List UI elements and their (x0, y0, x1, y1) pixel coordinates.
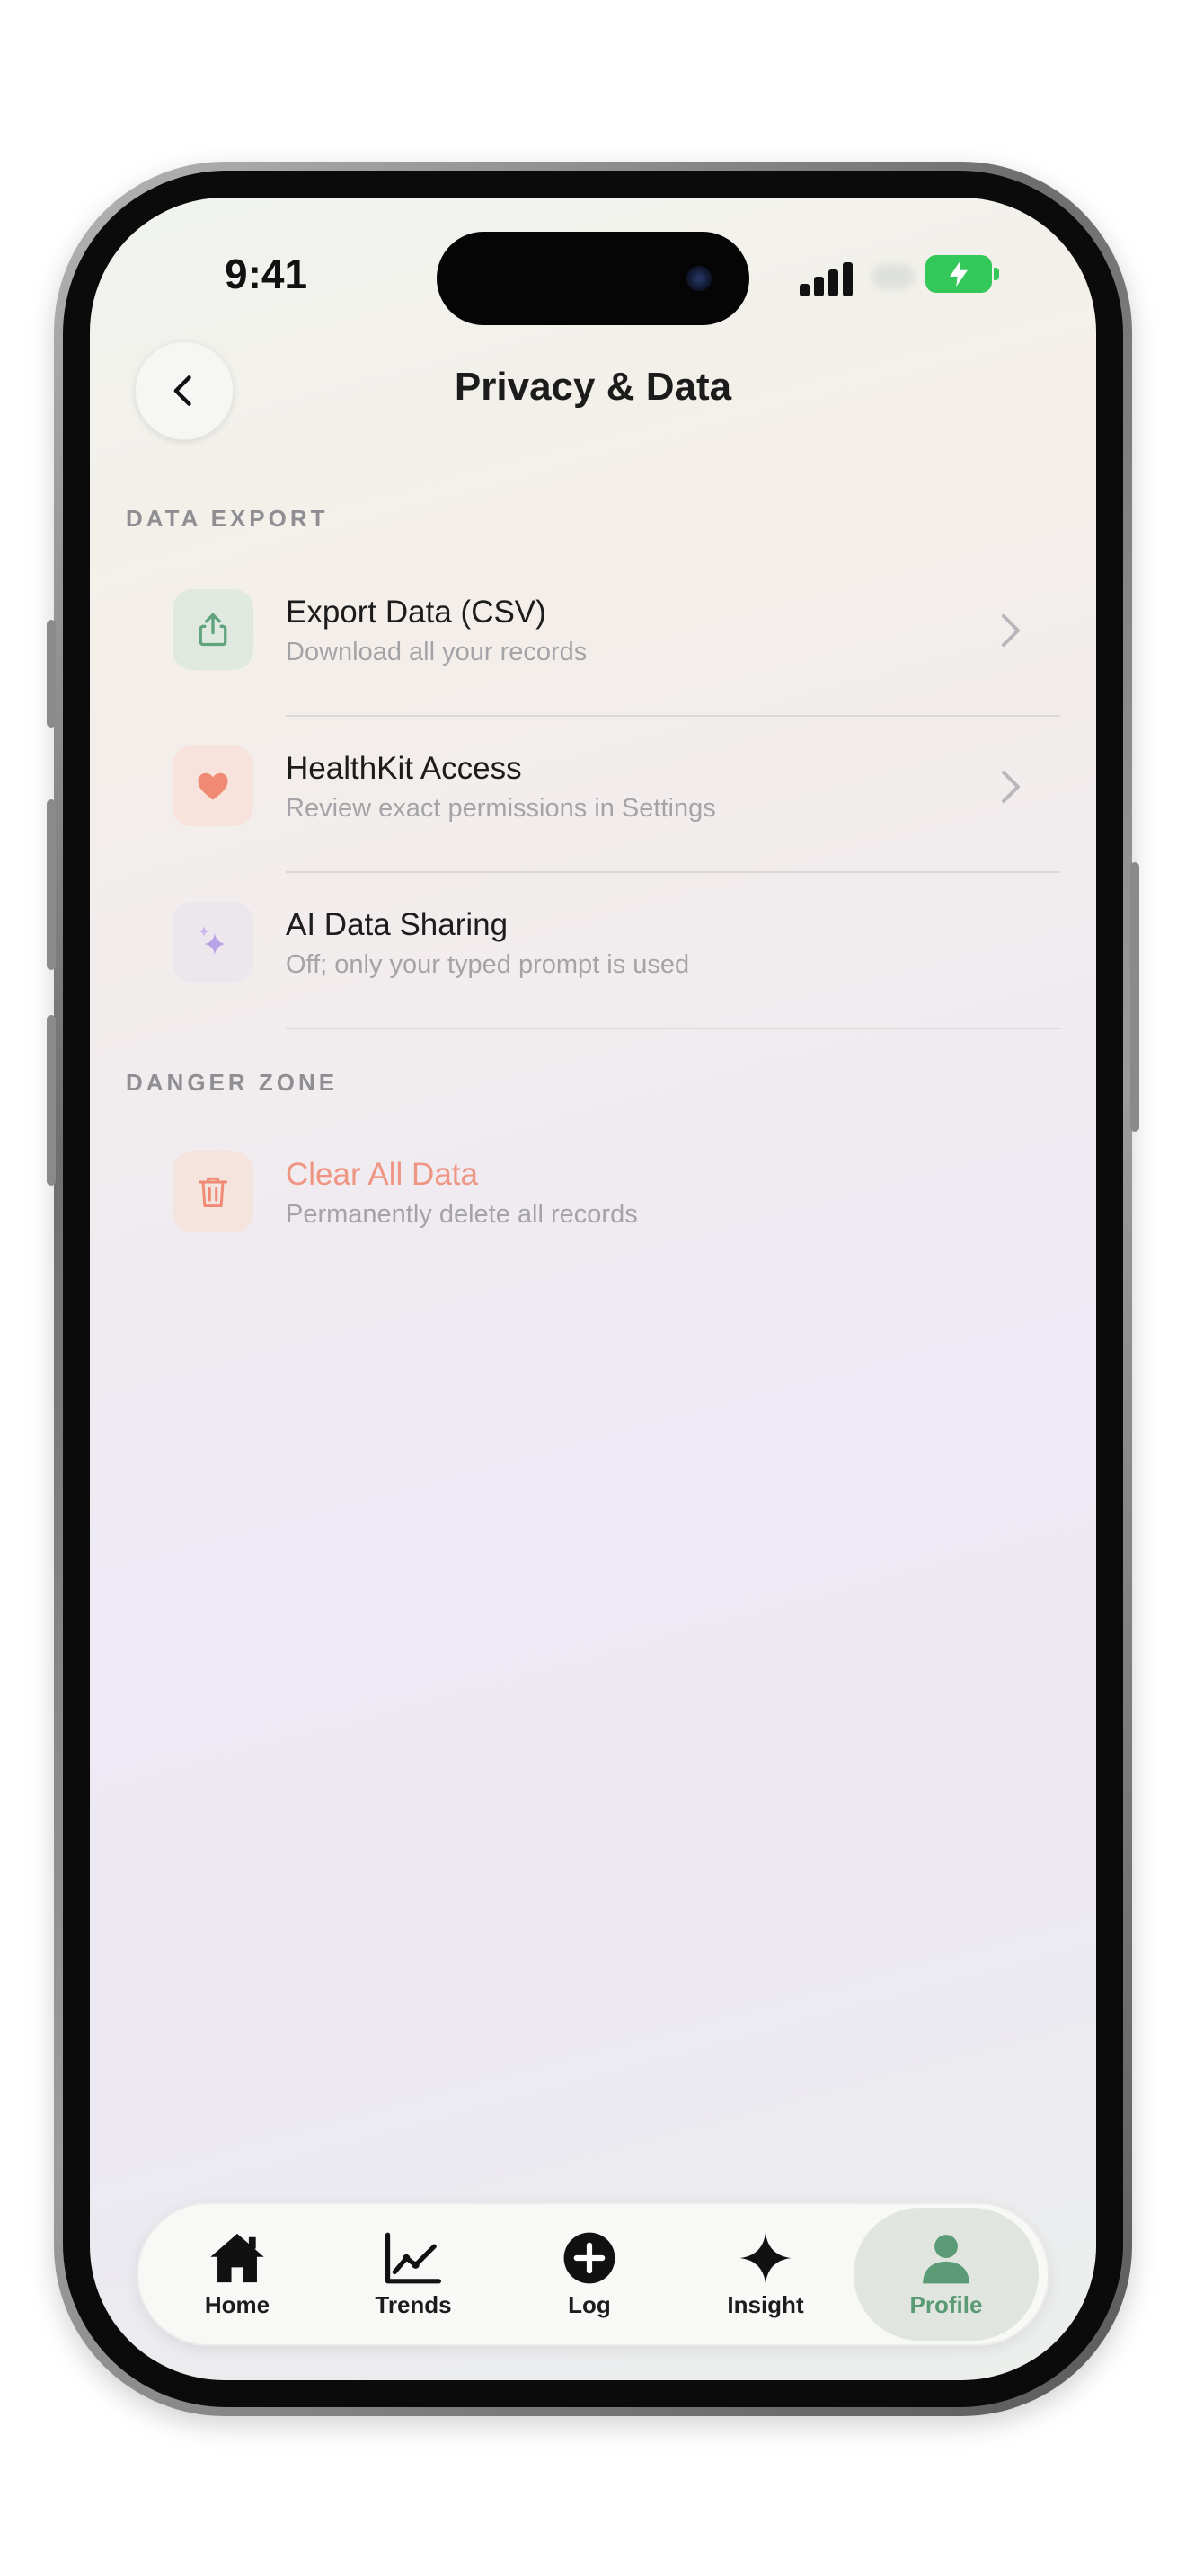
tab-label: Profile (909, 2290, 983, 2318)
status-time: 9:41 (225, 251, 308, 297)
battery-icon (925, 255, 992, 293)
ai-icon-tile (173, 902, 253, 983)
row-subtitle: Download all your records (286, 638, 588, 666)
export-icon-tile (173, 589, 253, 670)
page-title: Privacy & Data (454, 365, 732, 409)
front-camera (686, 266, 712, 291)
tab-label: Home (204, 2290, 270, 2318)
row-subtitle: Off; only your typed prompt is used (286, 950, 690, 979)
app-screen: 9:41 Privacy & Data DATA EXPORT Export D… (90, 198, 1096, 2380)
healthkit-icon-tile (173, 745, 253, 826)
heart-icon (198, 772, 228, 800)
sparkle-icon (734, 2230, 797, 2286)
row-title: Clear All Data (286, 1157, 478, 1192)
person-icon (915, 2230, 978, 2286)
plus-circle-icon (558, 2230, 621, 2286)
row-title: Export Data (CSV) (286, 595, 546, 630)
chevron-right-icon (1002, 614, 1020, 647)
charging-bolt-icon (950, 260, 968, 287)
home-icon (206, 2230, 269, 2286)
power-button (1130, 862, 1139, 1132)
tab-insight[interactable]: Insight (677, 2208, 854, 2341)
volume-up-button (47, 799, 56, 970)
clear-all-data-row[interactable]: Clear All Data Permanently delete all re… (90, 1123, 1096, 1279)
section-header-danger-zone: DANGER ZONE (126, 1069, 339, 1096)
healthkit-access-row[interactable]: HealthKit Access Review exact permission… (90, 717, 1096, 873)
ai-data-sharing-row[interactable]: AI Data Sharing Off; only your typed pro… (90, 873, 1096, 1029)
back-button[interactable] (135, 341, 234, 440)
volume-down-button (47, 1015, 56, 1186)
sparkles-icon (199, 926, 226, 955)
row-divider (286, 1028, 1060, 1029)
tab-label: Insight (727, 2290, 804, 2318)
action-button (47, 620, 56, 728)
tab-home[interactable]: Home (149, 2208, 325, 2341)
cellular-signal-icon (800, 260, 854, 296)
chevron-left-icon (173, 375, 191, 406)
battery-tip (994, 268, 999, 280)
tab-label: Trends (375, 2290, 452, 2318)
tab-bar: Home Trends Log Insight Profile (137, 2202, 1049, 2346)
row-subtitle: Review exact permissions in Settings (286, 794, 716, 823)
tab-log[interactable]: Log (501, 2208, 677, 2341)
tab-label: Log (568, 2290, 611, 2318)
row-title: AI Data Sharing (286, 907, 509, 942)
section-header-data-export: DATA EXPORT (126, 505, 329, 532)
tab-trends[interactable]: Trends (325, 2208, 501, 2341)
trends-chart-icon (382, 2230, 445, 2286)
trash-icon (198, 1177, 228, 1208)
clear-data-icon-tile (173, 1151, 253, 1232)
row-title: HealthKit Access (286, 751, 522, 786)
tab-profile[interactable]: Profile (854, 2208, 1039, 2341)
dynamic-island (437, 232, 749, 325)
export-data-row[interactable]: Export Data (CSV) Download all your reco… (90, 560, 1096, 717)
wifi-icon (872, 264, 915, 289)
share-icon (199, 613, 227, 647)
row-subtitle: Permanently delete all records (286, 1200, 638, 1229)
chevron-right-icon (1002, 771, 1020, 803)
